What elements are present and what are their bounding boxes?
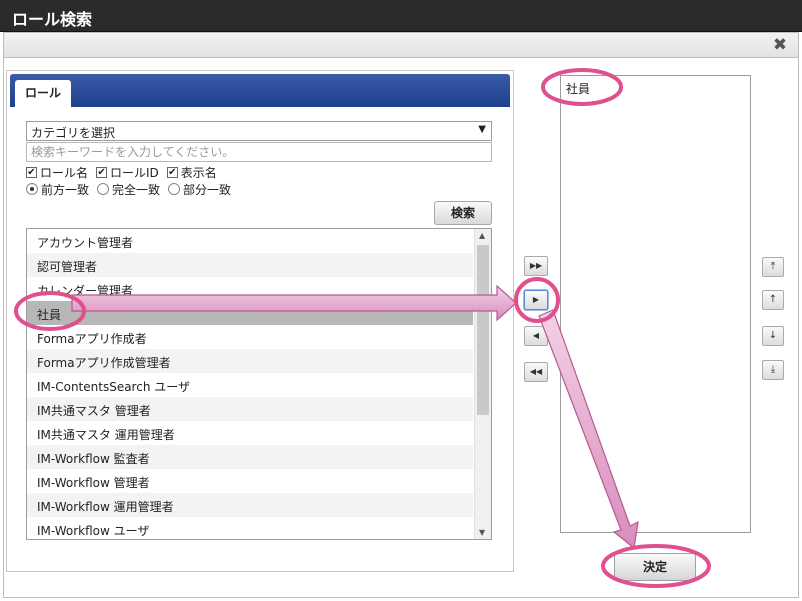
remove-all-button[interactable]: ◀◀ bbox=[524, 362, 548, 382]
dialog-toolbar: ✖ bbox=[3, 32, 799, 58]
search-input[interactable] bbox=[26, 142, 492, 162]
close-icon[interactable]: ✖ bbox=[770, 36, 790, 54]
checkbox-role-name[interactable]: ✔ ロール名 bbox=[26, 164, 88, 181]
role-list-item[interactable]: IM-Workflow ユーザ bbox=[27, 517, 473, 539]
role-list-item[interactable]: カレンダー管理者 bbox=[27, 277, 473, 301]
role-list-item[interactable]: アカウント管理者 bbox=[27, 229, 473, 253]
radio-icon bbox=[168, 183, 181, 195]
checkbox-checked-icon: ✔ bbox=[166, 166, 178, 178]
checkbox-label: ロールID bbox=[110, 165, 159, 180]
radio-partial-match[interactable]: 部分一致 bbox=[168, 181, 231, 198]
checkbox-label: ロール名 bbox=[40, 165, 89, 180]
search-target-checkboxes: ✔ ロール名 ✔ ロールID ✔ 表示名 bbox=[26, 164, 225, 180]
role-list-scrollbar[interactable]: ▲ ▼ bbox=[474, 229, 491, 539]
decide-button[interactable]: 決定 bbox=[614, 553, 696, 581]
selected-role-list: 社員 bbox=[560, 75, 751, 533]
role-list-item[interactable]: IM-ContentsSearch ユーザ bbox=[27, 373, 473, 397]
radio-selected-icon bbox=[26, 183, 38, 195]
checkbox-label: 表示名 bbox=[180, 165, 217, 180]
checkbox-checked-icon: ✔ bbox=[26, 166, 37, 178]
checkbox-checked-icon: ✔ bbox=[96, 166, 108, 178]
tab-bar: ロール bbox=[10, 74, 510, 107]
role-list-item[interactable]: IM共通マスタ 運用管理者 bbox=[27, 421, 473, 445]
category-select[interactable]: カテゴリを選択 ▼ bbox=[26, 121, 492, 141]
selected-role-item[interactable]: 社員 bbox=[564, 80, 592, 97]
role-list-item[interactable]: Formaアプリ作成者 bbox=[27, 325, 473, 349]
role-list: アカウント管理者 認可管理者 カレンダー管理者 社員 Formaアプリ作成者 F… bbox=[26, 228, 492, 540]
search-button[interactable]: 検索 bbox=[434, 201, 492, 225]
checkbox-display-name[interactable]: ✔ 表示名 bbox=[166, 164, 217, 181]
scroll-down-icon[interactable]: ▼ bbox=[479, 528, 485, 537]
move-down-button[interactable]: ↓ bbox=[762, 326, 784, 346]
remove-button[interactable]: ◀ bbox=[524, 326, 548, 346]
move-top-button[interactable]: ⤒ bbox=[762, 257, 784, 277]
radio-label: 完全一致 bbox=[112, 182, 161, 197]
add-button[interactable]: ▶ bbox=[524, 290, 548, 310]
add-all-button[interactable]: ▶▶ bbox=[524, 256, 548, 276]
role-list-item[interactable]: IM-Workflow 運用管理者 bbox=[27, 493, 473, 517]
move-bottom-button[interactable]: ⤓ bbox=[762, 360, 784, 380]
radio-exact-match[interactable]: 完全一致 bbox=[97, 181, 160, 198]
role-list-item[interactable]: IM共通マスタ 管理者 bbox=[27, 397, 473, 421]
radio-label: 部分一致 bbox=[183, 182, 232, 197]
match-mode-radios: 前方一致 完全一致 部分一致 bbox=[26, 181, 239, 197]
window-title: ロール検索 bbox=[0, 0, 802, 32]
role-list-item[interactable]: 認可管理者 bbox=[27, 253, 473, 277]
dropdown-caret-icon: ▼ bbox=[478, 124, 486, 135]
role-search-panel: ロール カテゴリを選択 ▼ ✔ ロール名 ✔ ロールID ✔ 表示名 前方一致 … bbox=[6, 70, 514, 572]
radio-label: 前方一致 bbox=[41, 182, 90, 197]
radio-icon bbox=[97, 183, 110, 195]
scroll-up-icon[interactable]: ▲ bbox=[479, 231, 485, 240]
checkbox-role-id[interactable]: ✔ ロールID bbox=[96, 164, 159, 181]
tab-role[interactable]: ロール bbox=[15, 80, 71, 107]
role-list-item[interactable]: IM-Workflow 管理者 bbox=[27, 469, 473, 493]
role-list-item-selected[interactable]: 社員 bbox=[27, 301, 473, 325]
scroll-thumb[interactable] bbox=[477, 245, 489, 415]
role-list-item[interactable]: IM-Workflow 監査者 bbox=[27, 445, 473, 469]
role-list-item[interactable]: Formaアプリ作成管理者 bbox=[27, 349, 473, 373]
move-up-button[interactable]: ↑ bbox=[762, 290, 784, 310]
category-select-value: カテゴリを選択 bbox=[31, 126, 116, 140]
radio-prefix-match[interactable]: 前方一致 bbox=[26, 181, 89, 198]
